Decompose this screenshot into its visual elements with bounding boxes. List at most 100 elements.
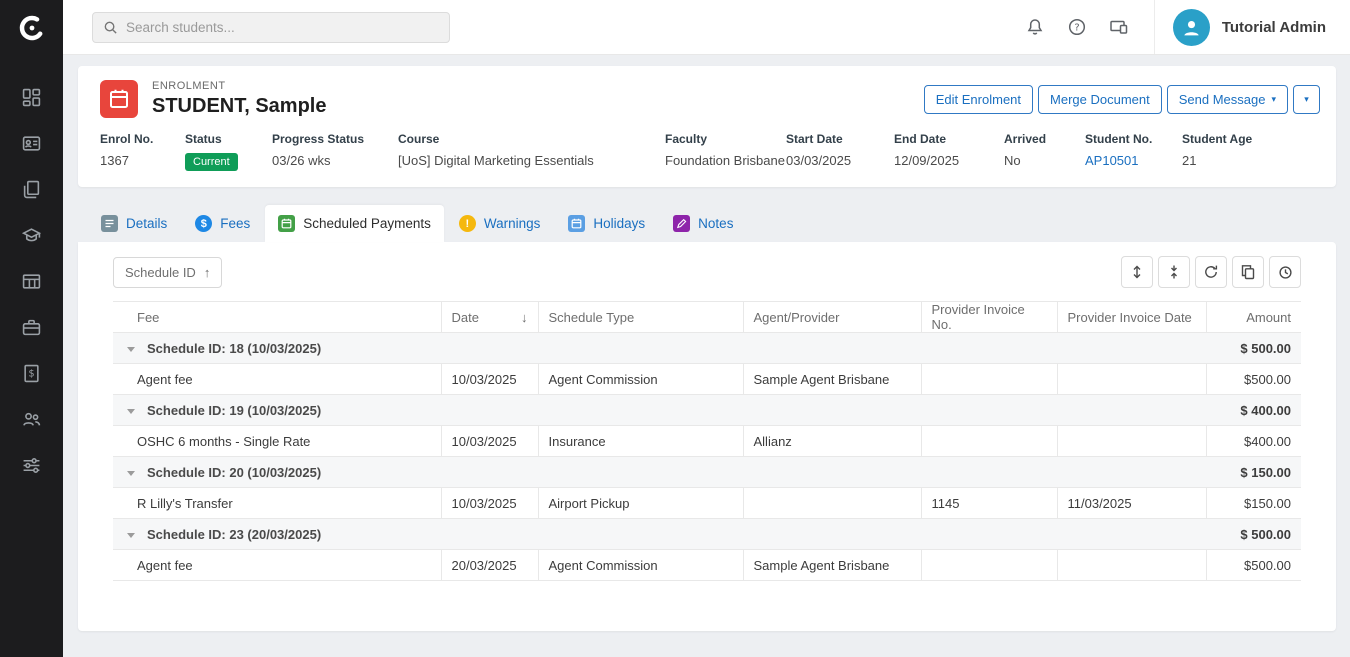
field-arrived: ArrivedNo [1004,132,1085,171]
status-badge: Current [185,153,238,171]
sidebar-nav: $ [22,55,42,475]
svg-text:$: $ [28,368,34,379]
table-row[interactable]: R Lilly's Transfer 10/03/2025 Airport Pi… [113,488,1301,519]
settings-icon[interactable] [22,455,42,475]
documents-icon[interactable] [22,179,42,199]
scheduled-payments-icon [278,215,295,232]
enrolment-summary: Enrol No.1367 StatusCurrent Progress Sta… [78,126,1336,187]
column-header-provider-invoice-no[interactable]: Provider Invoice No. [921,302,1057,333]
dashboard-icon[interactable] [22,87,42,107]
table-row[interactable]: OSHC 6 months - Single Rate 10/03/2025 I… [113,426,1301,457]
group-total: $ 500.00 [1206,333,1301,364]
chevron-down-icon: ▾ [1304,94,1309,105]
notes-icon [673,215,690,232]
field-progress-status: Progress Status03/26 wks [272,132,398,171]
sort-asc-icon: ↑ [204,265,211,280]
field-student-age: Student Age21 [1182,132,1252,171]
courses-icon[interactable] [22,225,42,245]
field-status: StatusCurrent [185,132,272,171]
group-row[interactable]: Schedule ID: 23 (20/03/2025) $ 500.00 [113,519,1301,550]
field-faculty: FacultyFoundation Brisbane [665,132,786,171]
send-message-button[interactable]: Send Message▾ [1167,85,1288,114]
refresh-icon[interactable] [1195,256,1227,288]
collapse-caret-icon [127,347,135,352]
tab-notes[interactable]: Notes [660,205,746,242]
scheduled-payments-panel: Schedule ID ↑ Fee Date↓ Schedule Type [78,242,1336,631]
export-icon[interactable] [1232,256,1264,288]
topbar: ? Tutorial Admin [63,0,1350,55]
history-icon[interactable] [1269,256,1301,288]
devices-icon[interactable] [1098,6,1140,48]
tab-holidays[interactable]: Holidays [555,205,658,242]
user-name: Tutorial Admin [1222,19,1326,36]
avatar [1173,9,1210,46]
field-student-no: Student No.AP10501 [1085,132,1182,171]
svg-text:?: ? [1074,23,1079,34]
sidebar: $ [0,0,63,657]
main-content: ENROLMENT STUDENT, Sample Edit Enrolment… [63,55,1350,657]
group-total: $ 500.00 [1206,519,1301,550]
contacts-icon[interactable] [22,133,42,153]
notifications-bell-icon[interactable] [1014,6,1056,48]
timetable-icon[interactable] [22,271,42,291]
enrolment-kicker: ENROLMENT [152,80,326,92]
expand-all-icon[interactable] [1121,256,1153,288]
column-header-agent-provider[interactable]: Agent/Provider [743,302,921,333]
tab-bar: Details $ Fees Scheduled Payments ! Warn… [78,205,1336,242]
tab-warnings[interactable]: ! Warnings [446,205,554,242]
topbar-actions: ? Tutorial Admin [1014,0,1350,54]
collapse-caret-icon [127,533,135,538]
student-no-link[interactable]: AP10501 [1085,153,1182,168]
column-header-date[interactable]: Date↓ [441,302,538,333]
field-start-date: Start Date03/03/2025 [786,132,894,171]
chevron-down-icon: ▾ [1271,94,1276,105]
field-enrol-no: Enrol No.1367 [100,132,185,171]
group-total: $ 400.00 [1206,395,1301,426]
group-row[interactable]: Schedule ID: 20 (10/03/2025) $ 150.00 [113,457,1301,488]
agents-icon[interactable] [22,409,42,429]
merge-document-button[interactable]: Merge Document [1038,85,1162,114]
enrolment-icon [100,80,138,118]
table-row[interactable]: Agent fee 20/03/2025 Agent Commission Sa… [113,550,1301,581]
collapse-caret-icon [127,471,135,476]
search-box [92,12,450,43]
tab-details[interactable]: Details [88,205,180,242]
column-header-provider-invoice-date[interactable]: Provider Invoice Date [1057,302,1206,333]
app-logo[interactable] [0,0,63,55]
edit-enrolment-button[interactable]: Edit Enrolment [924,85,1033,114]
tab-scheduled-payments[interactable]: Scheduled Payments [265,205,444,242]
collapse-caret-icon [127,409,135,414]
help-icon[interactable]: ? [1056,6,1098,48]
column-header-amount[interactable]: Amount [1206,302,1301,333]
more-actions-button[interactable]: ▾ [1293,85,1320,114]
scheduled-payments-table: Fee Date↓ Schedule Type Agent/Provider P… [113,301,1301,581]
group-row[interactable]: Schedule ID: 18 (10/03/2025) $ 500.00 [113,333,1301,364]
search-icon [103,20,118,35]
user-menu[interactable]: Tutorial Admin [1154,0,1350,54]
column-header-schedule-type[interactable]: Schedule Type [538,302,743,333]
fees-icon: $ [195,215,212,232]
tab-fees[interactable]: $ Fees [182,205,263,242]
page-title: STUDENT, Sample [152,95,326,118]
table-row[interactable]: Agent fee 10/03/2025 Agent Commission Sa… [113,364,1301,395]
holidays-icon [568,215,585,232]
grid-toolbar-buttons [1121,256,1301,288]
search-input[interactable] [126,20,439,35]
field-end-date: End Date12/09/2025 [894,132,1004,171]
column-header-fee[interactable]: Fee [113,302,441,333]
finance-icon[interactable]: $ [22,363,42,383]
group-by-chip[interactable]: Schedule ID ↑ [113,257,222,288]
app-logo-icon [15,11,49,45]
sort-desc-icon: ↓ [521,310,528,325]
enrolment-actions: Edit Enrolment Merge Document Send Messa… [924,85,1320,114]
table-header-row: Fee Date↓ Schedule Type Agent/Provider P… [113,302,1301,333]
group-total: $ 150.00 [1206,457,1301,488]
group-row[interactable]: Schedule ID: 19 (10/03/2025) $ 400.00 [113,395,1301,426]
grid-toolbar: Schedule ID ↑ [78,256,1336,301]
collapse-all-icon[interactable] [1158,256,1190,288]
enrolment-header-card: ENROLMENT STUDENT, Sample Edit Enrolment… [78,66,1336,187]
details-icon [101,215,118,232]
field-course: Course[UoS] Digital Marketing Essentials [398,132,665,171]
employers-icon[interactable] [22,317,42,337]
warnings-icon: ! [459,215,476,232]
